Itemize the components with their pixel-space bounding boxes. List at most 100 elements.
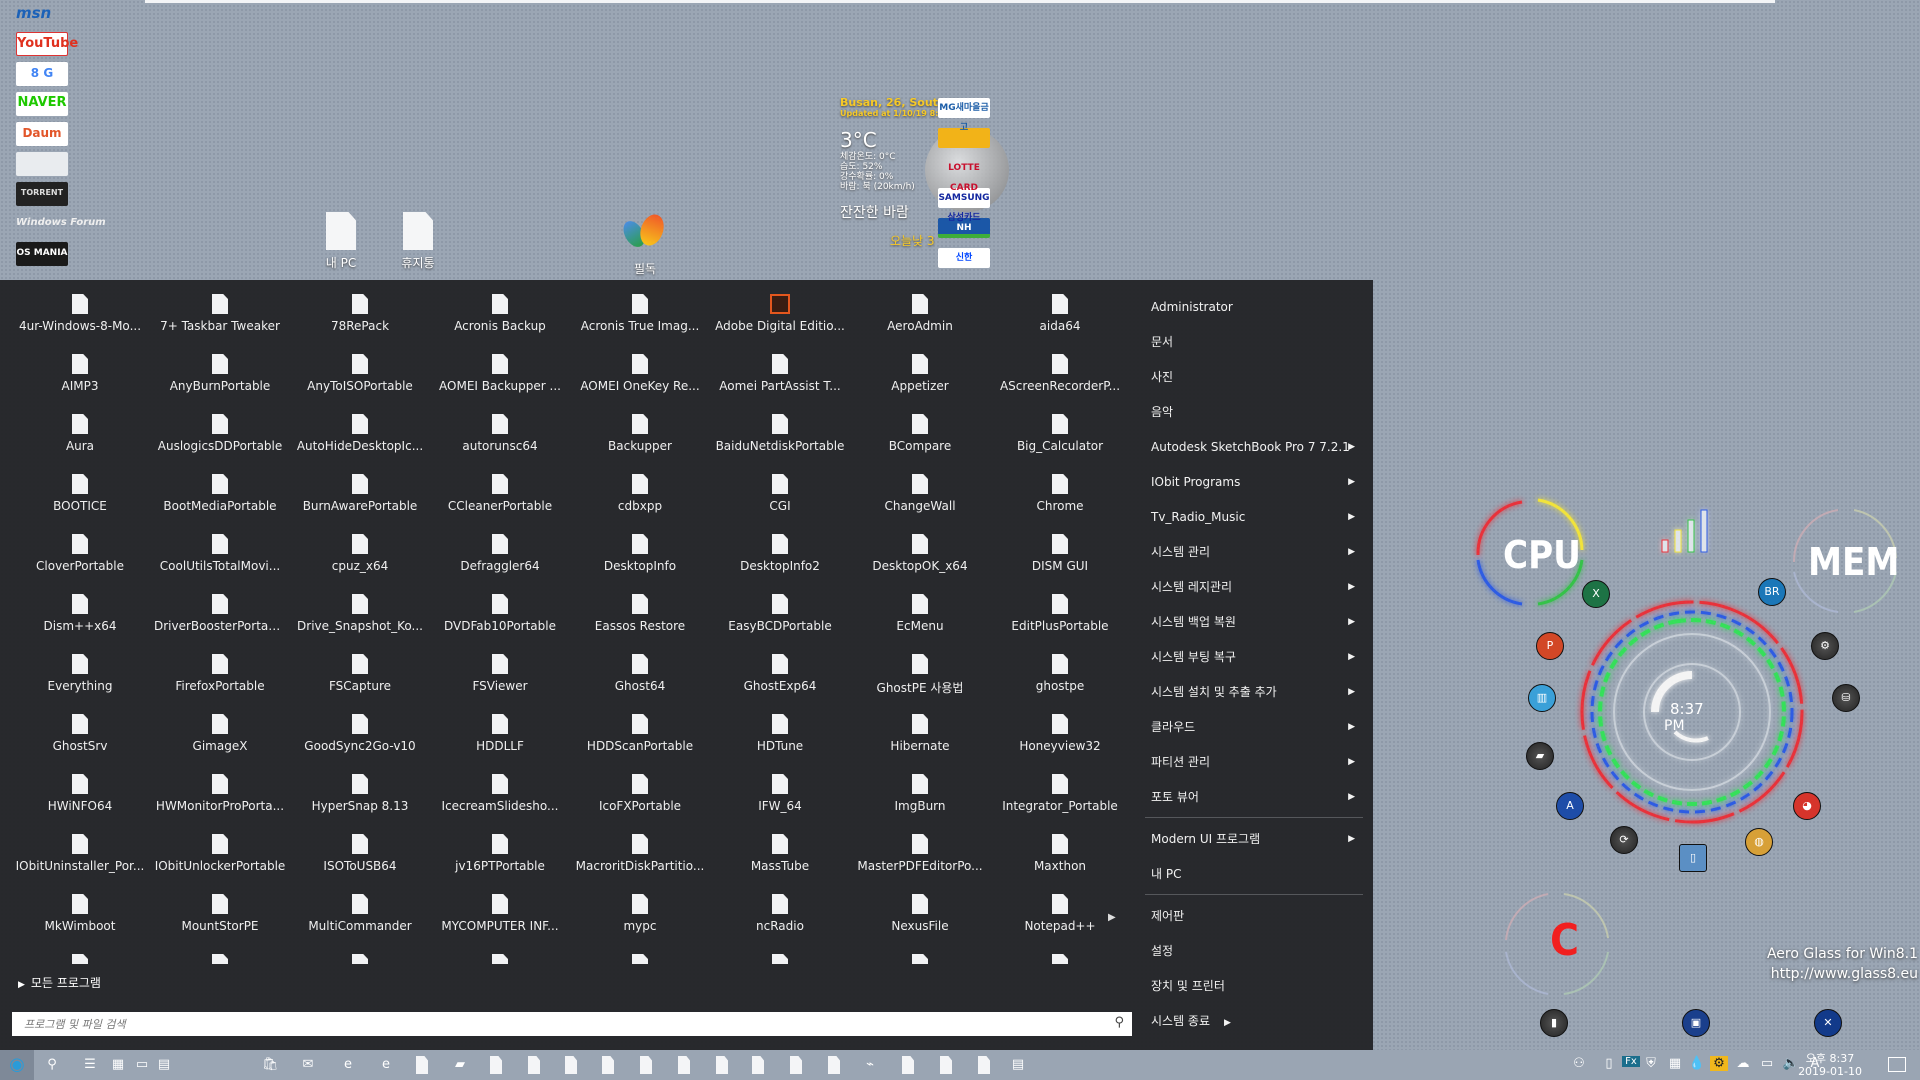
gear-icon[interactable]: ⚙: [1710, 1056, 1728, 1071]
app-tile[interactable]: MultiCommander: [290, 894, 430, 954]
app-tile[interactable]: Adobe Digital Editio...: [710, 294, 850, 354]
app-tile[interactable]: GimageX: [150, 714, 290, 774]
people-icon[interactable]: ⚇: [1570, 1056, 1588, 1071]
desktop-icon-recycle-bin[interactable]: 휴지통: [383, 212, 453, 271]
app-tile[interactable]: Acronis True Imag...: [570, 294, 710, 354]
app-tile[interactable]: Maxthon: [990, 834, 1120, 894]
start-menu-item[interactable]: 시스템 레지관리 ▶: [1145, 570, 1363, 605]
store-icon[interactable]: 🛍: [262, 1056, 279, 1074]
app-tile[interactable]: NexusFile: [850, 894, 990, 954]
app-tile[interactable]: DesktopInfo: [570, 534, 710, 594]
app-tile[interactable]: ghostpe: [990, 654, 1120, 714]
installer-launcher-icon[interactable]: ✕: [1814, 1009, 1842, 1037]
app-tile[interactable]: 78RePack: [290, 294, 430, 354]
network-icon[interactable]: ▭: [1758, 1056, 1776, 1071]
app-tile[interactable]: GoodSync2Go-v10: [290, 714, 430, 774]
app-tile-partial[interactable]: [710, 954, 850, 964]
app-tile[interactable]: 7+ Taskbar Tweaker: [150, 294, 290, 354]
start-orb-icon[interactable]: ◉: [0, 1050, 34, 1080]
shinhan-bank-link-icon[interactable]: 신한: [938, 248, 990, 268]
app-tile[interactable]: AnyToISOPortable: [290, 354, 430, 414]
start-search-input[interactable]: [12, 1012, 1092, 1036]
app-tile[interactable]: EditPlusPortable: [990, 594, 1120, 654]
app-tile[interactable]: ImgBurn: [850, 774, 990, 834]
start-menu-item[interactable]: 클라우드 ▶: [1145, 710, 1363, 745]
start-menu-item[interactable]: Administrator: [1145, 290, 1363, 325]
start-menu-item[interactable]: Tv_Radio_Music ▶: [1145, 500, 1363, 535]
app-tile[interactable]: Drive_Snapshot_Ko...: [290, 594, 430, 654]
app-tile[interactable]: Appetizer: [850, 354, 990, 414]
app-tile[interactable]: MountStorPE: [150, 894, 290, 954]
app-tile[interactable]: Aomei PartAssist T...: [710, 354, 850, 414]
app-tile[interactable]: AScreenRecorderP...: [990, 354, 1120, 414]
powerpoint-launcher-icon[interactable]: P: [1536, 632, 1564, 660]
shutdown-button[interactable]: 시스템 종료 ▶: [1151, 1012, 1231, 1029]
start-menu-item[interactable]: 시스템 백업 복원 ▶: [1145, 605, 1363, 640]
all-programs-button[interactable]: ▶ 모든 프로그램: [18, 974, 101, 991]
daum-link-icon[interactable]: Daum: [16, 122, 68, 146]
app-tile-partial[interactable]: [430, 954, 570, 964]
start-menu-item[interactable]: 제어판: [1145, 899, 1363, 934]
app-tile[interactable]: MkWimboot: [10, 894, 150, 954]
app-tile[interactable]: HyperSnap 8.13: [290, 774, 430, 834]
desktop-icon-readme[interactable]: 필독: [610, 211, 680, 277]
app-tile[interactable]: HWiNFO64: [10, 774, 150, 834]
search-icon[interactable]: ⚲: [1114, 1015, 1124, 1030]
ie-icon[interactable]: e: [340, 1056, 356, 1074]
app-tile[interactable]: EcMenu: [850, 594, 990, 654]
start-menu-item[interactable]: 파티션 관리 ▶: [1145, 745, 1363, 780]
edge-icon[interactable]: e: [378, 1056, 394, 1074]
app-tile[interactable]: GhostSrv: [10, 714, 150, 774]
app-tile-partial[interactable]: [990, 954, 1120, 964]
volume-icon[interactable]: 🔈: [1782, 1056, 1800, 1071]
app-tile[interactable]: CoolUtilsTotalMovi...: [150, 534, 290, 594]
start-menu-item[interactable]: 포토 뷰어 ▶: [1145, 780, 1363, 815]
app-tile[interactable]: DesktopOK_x64: [850, 534, 990, 594]
usb-launcher-icon[interactable]: ▮: [1540, 1009, 1568, 1037]
app-tile[interactable]: ChangeWall: [850, 474, 990, 534]
app-tile[interactable]: BaiduNetdiskPortable: [710, 414, 850, 474]
app-tile[interactable]: IObitUnlockerPortable: [150, 834, 290, 894]
start-menu-item[interactable]: 내 PC: [1145, 857, 1363, 892]
start-menu-item[interactable]: 장치 및 프린터: [1145, 969, 1363, 1004]
app-tile[interactable]: Notepad++: [990, 894, 1120, 954]
drop-icon[interactable]: 💧: [1688, 1056, 1706, 1071]
app-tile[interactable]: EasyBCDPortable: [710, 594, 850, 654]
file-icon[interactable]: [716, 1056, 728, 1074]
drive-launcher-icon[interactable]: ▰: [1526, 742, 1554, 770]
app-tile[interactable]: IFW_64: [710, 774, 850, 834]
app-tile[interactable]: AOMEI Backupper ...: [430, 354, 570, 414]
app-tile-partial[interactable]: [10, 954, 150, 964]
tools-launcher-icon[interactable]: ⚙: [1811, 632, 1839, 660]
app-tile[interactable]: IcecreamSlidesho...: [430, 774, 570, 834]
app-tile[interactable]: IObitUninstaller_Por...: [10, 834, 150, 894]
app-tile[interactable]: Dism++x64: [10, 594, 150, 654]
window-app-icon[interactable]: ▤: [1010, 1056, 1026, 1074]
naver-link-icon[interactable]: NAVER: [16, 92, 68, 116]
start-menu-item[interactable]: 시스템 부팅 복구 ▶: [1145, 640, 1363, 675]
app-tile[interactable]: CGI: [710, 474, 850, 534]
app-launcher-icon[interactable]: ▥: [1528, 684, 1556, 712]
monitor-app-icon[interactable]: ⌁: [862, 1056, 878, 1074]
cloud-icon[interactable]: ☁: [1734, 1056, 1752, 1071]
sync-launcher-icon[interactable]: ⟳: [1610, 826, 1638, 854]
search-icon[interactable]: ⚲: [44, 1056, 60, 1074]
device-launcher-icon[interactable]: ▯: [1679, 844, 1707, 872]
app-tile[interactable]: AutoHideDesktopIc...: [290, 414, 430, 474]
app-tile[interactable]: AIMP3: [10, 354, 150, 414]
app-tile[interactable]: Big_Calculator: [990, 414, 1120, 474]
app-tile[interactable]: GhostExp64: [710, 654, 850, 714]
start-menu-item[interactable]: 시스템 설치 및 추출 추가 ▶: [1145, 675, 1363, 710]
mg-bank-link-icon[interactable]: MG새마을금고: [938, 98, 990, 133]
app-tile[interactable]: FirefoxPortable: [150, 654, 290, 714]
box-launcher-icon[interactable]: ◍: [1745, 828, 1773, 856]
app-tile[interactable]: MYCOMPUTER INF...: [430, 894, 570, 954]
file-icon[interactable]: [565, 1056, 577, 1074]
app-tile[interactable]: Eassos Restore: [570, 594, 710, 654]
app-tile-partial[interactable]: [850, 954, 990, 964]
app-tile-partial[interactable]: [570, 954, 710, 964]
app-tile[interactable]: Hibernate: [850, 714, 990, 774]
app-tile[interactable]: ISOToUSB64: [290, 834, 430, 894]
window-launcher-icon[interactable]: ▣: [1682, 1009, 1710, 1037]
app-tile[interactable]: DVDFab10Portable: [430, 594, 570, 654]
